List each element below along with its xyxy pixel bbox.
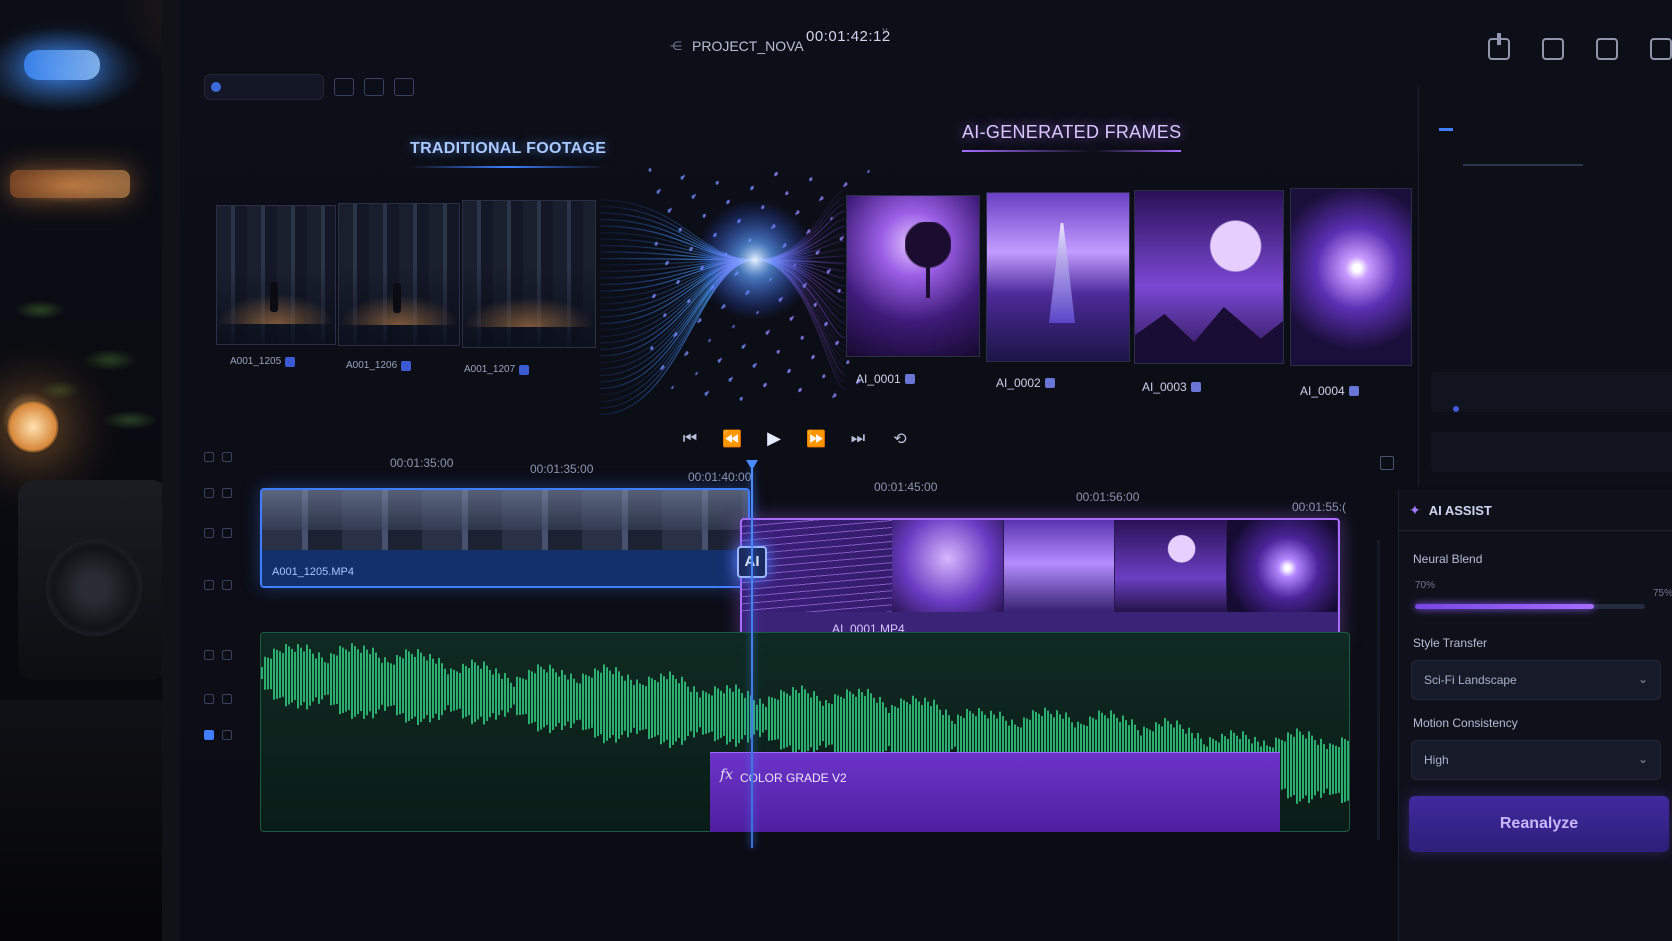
- neural-blend-min: 70%: [1415, 580, 1436, 591]
- project-icon: ⋲: [670, 39, 682, 53]
- export-icon[interactable]: [1542, 38, 1564, 60]
- divider: [1399, 530, 1672, 531]
- track-header[interactable]: [204, 580, 254, 590]
- top-toolbar: [1488, 33, 1672, 60]
- tool-button[interactable]: [334, 78, 354, 96]
- monitor: ⋲ PROJECT_NOVA 00:01:42:12 ˅ TRADITIONAL…: [162, 0, 1672, 941]
- ai-assist-header: ✦ AI ASSIST: [1409, 502, 1492, 519]
- step-forward-icon[interactable]: ⏩: [806, 429, 826, 449]
- neural-blend-label: Neural Blend: [1413, 552, 1483, 566]
- neural-blend-slider[interactable]: [1415, 604, 1645, 609]
- track-header[interactable]: [204, 730, 254, 740]
- ai-assist-title: AI ASSIST: [1428, 503, 1492, 518]
- track-header[interactable]: [204, 488, 254, 498]
- slider-fill: [1415, 604, 1595, 609]
- ai-assist-panel: ✦ AI ASSIST Neural Blend 70% 75% Style T…: [1398, 490, 1672, 941]
- workspace-selector[interactable]: [204, 74, 324, 100]
- track-header[interactable]: [204, 694, 254, 704]
- ai-frame-label: AI_0004: [1300, 384, 1359, 398]
- track-header[interactable]: [204, 650, 254, 660]
- traditional-clip-label: A001_1207: [464, 364, 530, 375]
- motion-consistency-value: High: [1424, 753, 1449, 767]
- chevron-down-icon: ⌄: [1637, 672, 1648, 686]
- transport-controls: ⏮ ⏪ ▶ ⏩ ⏭ ⟲: [680, 428, 910, 449]
- traditional-thumbnail[interactable]: [462, 200, 596, 348]
- playhead[interactable]: [751, 468, 753, 848]
- check-icon: [401, 360, 412, 371]
- left-toolbar: [204, 74, 414, 100]
- ai-frames-title: AI-GENERATED FRAMES: [962, 122, 1182, 152]
- ai-frame-thumbnail[interactable]: [846, 195, 980, 357]
- ruler-tick-label: 00:01:35:00: [530, 462, 594, 476]
- effect-name: COLOR GRADE V2: [740, 771, 847, 785]
- track-header[interactable]: [204, 528, 254, 538]
- traditional-footage-title: TRADITIONAL FOOTAGE: [410, 140, 607, 168]
- clip-name: A001_1205.MP4: [272, 566, 354, 578]
- check-icon: [1348, 386, 1359, 396]
- sparkle-icon: ✦: [1409, 502, 1421, 518]
- check-icon: [519, 364, 530, 375]
- inspector-panel: [1418, 86, 1672, 486]
- go-to-end-icon[interactable]: ⏭: [848, 430, 868, 448]
- project-name: PROJECT_NOVA: [692, 38, 804, 54]
- traditional-thumbnail[interactable]: [216, 205, 336, 345]
- track-header[interactable]: [204, 452, 254, 462]
- tool-button[interactable]: [394, 78, 414, 96]
- inspector-dropdown[interactable]: [1431, 372, 1672, 412]
- motion-consistency-select[interactable]: High ⌄: [1411, 740, 1661, 780]
- clipboard-icon[interactable]: [1650, 38, 1672, 60]
- ai-video-clip[interactable]: AI_0001.MP4: [740, 518, 1340, 648]
- style-transfer-value: Sci-Fi Landscape: [1424, 673, 1517, 687]
- ai-frame-thumbnail[interactable]: [1290, 188, 1412, 366]
- fx-icon: fx: [720, 767, 734, 783]
- check-icon: [1190, 382, 1201, 392]
- loop-icon[interactable]: ⟲: [890, 429, 910, 449]
- check-icon: [904, 374, 915, 384]
- play-button[interactable]: ▶: [764, 428, 784, 449]
- ai-frame-label: AI_0003: [1142, 380, 1201, 394]
- tab-indicator: [1439, 128, 1453, 131]
- neural-blend-max: 75%: [1653, 588, 1672, 599]
- ai-frame-thumbnail[interactable]: [986, 192, 1130, 362]
- style-transfer-select[interactable]: Sci-Fi Landscape ⌄: [1411, 660, 1661, 700]
- inspector-dropdown[interactable]: [1431, 432, 1672, 472]
- expand-icon[interactable]: [1380, 456, 1394, 470]
- timecode-display[interactable]: 00:01:42:12: [806, 28, 891, 45]
- reanalyze-button[interactable]: Reanalyze: [1409, 796, 1669, 852]
- traditional-thumbnail[interactable]: [338, 203, 460, 346]
- traditional-clip-label: A001_1206: [346, 360, 412, 371]
- share-icon[interactable]: [1488, 33, 1510, 60]
- inspector-slider[interactable]: [1463, 164, 1583, 166]
- color-grade-effect[interactable]: fx COLOR GRADE V2: [710, 752, 1280, 832]
- video-track: A001_1205.MP4 AI_0001.MP4: [260, 488, 1360, 648]
- desk-bulb: [6, 400, 60, 454]
- editor-screen: ⋲ PROJECT_NOVA 00:01:42:12 ˅ TRADITIONAL…: [180, 0, 1672, 941]
- ai-frame-label: AI_0001: [856, 372, 915, 386]
- amber-lamp: [10, 170, 130, 198]
- tool-button[interactable]: [364, 78, 384, 96]
- chevron-down-icon[interactable]: ˅: [882, 26, 888, 37]
- traditional-video-clip[interactable]: A001_1205.MP4: [260, 488, 750, 588]
- go-to-start-icon[interactable]: ⏮: [680, 430, 700, 448]
- speaker: [18, 480, 168, 680]
- check-icon: [285, 356, 296, 367]
- ai-frame-thumbnail[interactable]: [1134, 190, 1284, 364]
- project-title[interactable]: ⋲ PROJECT_NOVA: [670, 38, 804, 54]
- ruler-tick-label: 00:01:35:00: [390, 456, 454, 470]
- ruler-tick-label: 00:01:40:00: [688, 470, 752, 484]
- layout-icon[interactable]: [1596, 38, 1618, 60]
- top-bar: ⋲ PROJECT_NOVA 00:01:42:12 ˅: [180, 0, 1672, 100]
- check-icon: [1044, 378, 1055, 388]
- style-transfer-label: Style Transfer: [1413, 636, 1488, 650]
- motion-consistency-label: Motion Consistency: [1413, 716, 1518, 730]
- ai-frame-label: AI_0002: [996, 376, 1055, 390]
- traditional-clip-label: A001_1205: [230, 356, 296, 367]
- timeline-scrollbar[interactable]: [1377, 540, 1380, 840]
- blue-lamp: [24, 50, 100, 80]
- step-back-icon[interactable]: ⏪: [722, 429, 742, 449]
- chevron-down-icon: ⌄: [1637, 752, 1648, 766]
